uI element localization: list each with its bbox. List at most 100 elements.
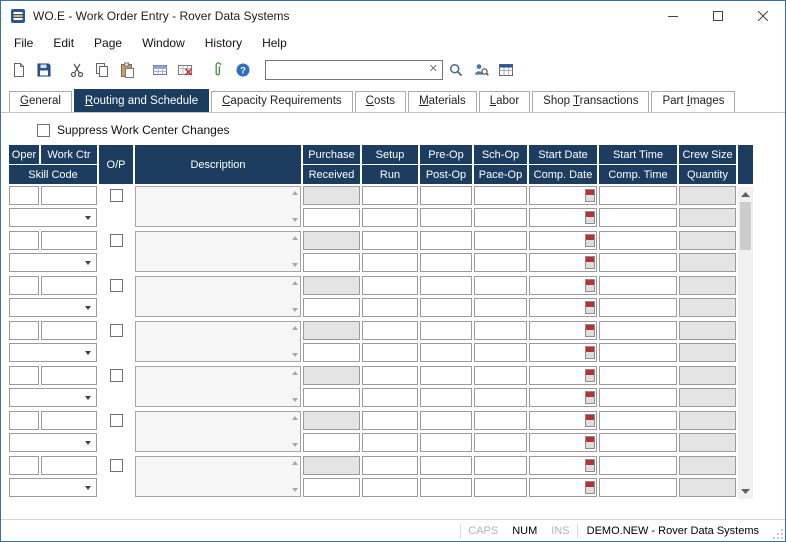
work-ctr-input[interactable] bbox=[41, 276, 97, 295]
op-checkbox[interactable] bbox=[110, 279, 123, 292]
tab-capacity-requirements[interactable]: Capacity Requirements bbox=[211, 91, 353, 112]
received-input[interactable] bbox=[303, 253, 360, 272]
pace-op-input[interactable] bbox=[474, 433, 527, 452]
skill-code-select[interactable] bbox=[9, 433, 97, 452]
description-input[interactable] bbox=[135, 321, 301, 362]
post-op-input[interactable] bbox=[420, 253, 472, 272]
cut-button[interactable] bbox=[64, 58, 89, 82]
pace-op-input[interactable] bbox=[474, 343, 527, 362]
skill-code-select[interactable] bbox=[9, 298, 97, 317]
op-checkbox[interactable] bbox=[110, 324, 123, 337]
setup-input[interactable] bbox=[362, 411, 418, 430]
start-date-input[interactable] bbox=[530, 323, 585, 338]
table-view-button[interactable] bbox=[493, 58, 518, 82]
oper-input[interactable] bbox=[9, 456, 39, 475]
grid-insert-button[interactable] bbox=[147, 58, 172, 82]
maximize-button[interactable] bbox=[695, 1, 740, 31]
start-time-input[interactable] bbox=[599, 411, 677, 430]
post-op-input[interactable] bbox=[420, 388, 472, 407]
tab-labor[interactable]: Labor bbox=[479, 91, 530, 112]
post-op-input[interactable] bbox=[420, 343, 472, 362]
sch-op-input[interactable] bbox=[474, 366, 527, 385]
received-input[interactable] bbox=[303, 343, 360, 362]
comp-time-input[interactable] bbox=[599, 298, 677, 317]
spin-up-icon[interactable] bbox=[292, 461, 298, 465]
minimize-button[interactable] bbox=[650, 1, 695, 31]
oper-input[interactable] bbox=[9, 411, 39, 430]
calendar-icon[interactable] bbox=[585, 391, 595, 404]
menu-page[interactable]: Page bbox=[84, 33, 132, 53]
op-checkbox[interactable] bbox=[110, 234, 123, 247]
tab-shop-transactions[interactable]: Shop Transactions bbox=[532, 91, 649, 112]
oper-input[interactable] bbox=[9, 321, 39, 340]
pace-op-input[interactable] bbox=[474, 388, 527, 407]
comp-date-input[interactable] bbox=[530, 255, 585, 270]
menu-file[interactable]: File bbox=[4, 33, 43, 53]
start-time-input[interactable] bbox=[599, 186, 677, 205]
description-input[interactable] bbox=[135, 411, 301, 452]
pace-op-input[interactable] bbox=[474, 253, 527, 272]
work-ctr-input[interactable] bbox=[41, 186, 97, 205]
start-time-input[interactable] bbox=[599, 366, 677, 385]
suppress-work-center-checkbox[interactable] bbox=[37, 124, 50, 137]
run-input[interactable] bbox=[362, 253, 418, 272]
pace-op-input[interactable] bbox=[474, 478, 527, 497]
calendar-icon[interactable] bbox=[585, 369, 595, 382]
description-input[interactable] bbox=[135, 276, 301, 317]
menu-help[interactable]: Help bbox=[252, 33, 297, 53]
start-date-input[interactable] bbox=[530, 458, 585, 473]
run-input[interactable] bbox=[362, 433, 418, 452]
oper-input[interactable] bbox=[9, 276, 39, 295]
skill-code-select[interactable] bbox=[9, 478, 97, 497]
run-input[interactable] bbox=[362, 298, 418, 317]
grid-delete-button[interactable] bbox=[172, 58, 197, 82]
post-op-input[interactable] bbox=[420, 298, 472, 317]
resize-grip[interactable] bbox=[768, 522, 784, 540]
tab-materials[interactable]: Materials bbox=[408, 91, 477, 112]
pre-op-input[interactable] bbox=[420, 186, 472, 205]
sch-op-input[interactable] bbox=[474, 276, 527, 295]
comp-time-input[interactable] bbox=[599, 388, 677, 407]
sch-op-input[interactable] bbox=[474, 456, 527, 475]
spin-down-icon[interactable] bbox=[292, 398, 298, 402]
tab-part-images[interactable]: Part Images bbox=[651, 91, 735, 112]
calendar-icon[interactable] bbox=[585, 459, 595, 472]
start-time-input[interactable] bbox=[599, 456, 677, 475]
pre-op-input[interactable] bbox=[420, 276, 472, 295]
spin-down-icon[interactable] bbox=[292, 218, 298, 222]
post-op-input[interactable] bbox=[420, 433, 472, 452]
description-input[interactable] bbox=[135, 231, 301, 272]
work-ctr-input[interactable] bbox=[41, 231, 97, 250]
run-input[interactable] bbox=[362, 388, 418, 407]
sch-op-input[interactable] bbox=[474, 231, 527, 250]
calendar-icon[interactable] bbox=[585, 189, 595, 202]
pre-op-input[interactable] bbox=[420, 411, 472, 430]
received-input[interactable] bbox=[303, 433, 360, 452]
comp-date-input[interactable] bbox=[530, 390, 585, 405]
description-input[interactable] bbox=[135, 456, 301, 497]
pace-op-input[interactable] bbox=[474, 208, 527, 227]
description-input[interactable] bbox=[135, 186, 301, 227]
spin-down-icon[interactable] bbox=[292, 443, 298, 447]
work-ctr-input[interactable] bbox=[41, 411, 97, 430]
search-button[interactable] bbox=[443, 58, 468, 82]
start-date-input[interactable] bbox=[530, 278, 585, 293]
menu-window[interactable]: Window bbox=[132, 33, 195, 53]
skill-code-select[interactable] bbox=[9, 343, 97, 362]
spin-up-icon[interactable] bbox=[292, 326, 298, 330]
comp-date-input[interactable] bbox=[530, 345, 585, 360]
calendar-icon[interactable] bbox=[585, 256, 595, 269]
setup-input[interactable] bbox=[362, 366, 418, 385]
comp-date-input[interactable] bbox=[530, 300, 585, 315]
skill-code-select[interactable] bbox=[9, 208, 97, 227]
oper-input[interactable] bbox=[9, 231, 39, 250]
calendar-icon[interactable] bbox=[585, 279, 595, 292]
search-input[interactable] bbox=[265, 60, 443, 80]
spin-up-icon[interactable] bbox=[292, 371, 298, 375]
help-button[interactable]: ? bbox=[230, 58, 255, 82]
spin-down-icon[interactable] bbox=[292, 308, 298, 312]
calendar-icon[interactable] bbox=[585, 211, 595, 224]
tab-costs[interactable]: Costs bbox=[355, 91, 406, 112]
run-input[interactable] bbox=[362, 343, 418, 362]
start-time-input[interactable] bbox=[599, 231, 677, 250]
